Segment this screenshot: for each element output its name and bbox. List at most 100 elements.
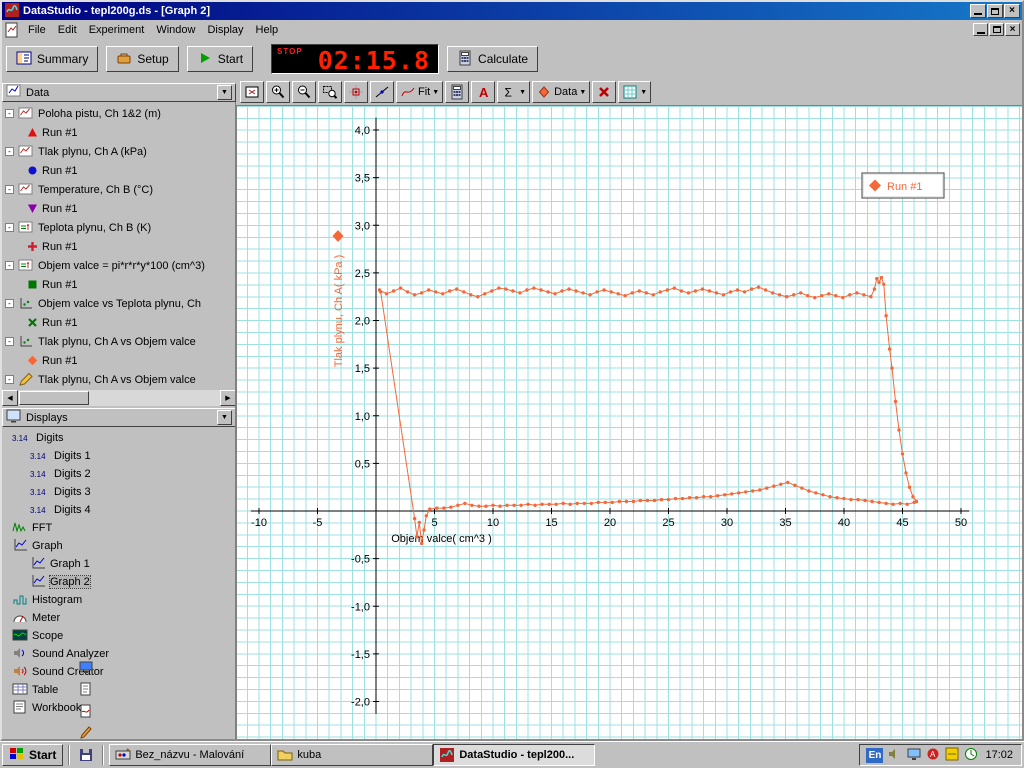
display-item[interactable]: 3.14 Digits [2,429,235,447]
data-source-item[interactable]: - Objem valce vs Teplota plynu, Ch [2,294,235,313]
mdi-minimize-button[interactable] [973,23,988,36]
quick-launch-5[interactable] [75,744,97,766]
graph-settings-menu-button[interactable]: ▼ [618,81,652,103]
expand-toggle[interactable]: - [5,109,14,118]
delete-tool-button[interactable] [592,81,617,103]
menu-file[interactable]: File [22,22,52,38]
scroll-left-button[interactable]: ◀ [2,390,18,406]
data-source-item[interactable]: - Teplota plynu, Ch B (K) [2,218,235,237]
calculate-button[interactable]: Calculate [447,46,539,72]
mdi-restore-button[interactable] [989,23,1004,36]
data-source-item[interactable]: - Temperature, Ch B (°C) [2,180,235,199]
run-item[interactable]: Run #1 [2,161,235,180]
run-item[interactable]: Run #1 [2,199,235,218]
scrollbar-thumb[interactable] [19,391,89,405]
start-menu-button[interactable]: Start [2,744,64,766]
run-item[interactable]: Run #1 [2,275,235,294]
quick-launch-3[interactable] [75,700,97,722]
display-item[interactable]: Histogram [2,591,235,609]
zoom-select-button[interactable] [318,81,342,103]
y-axis-label[interactable]: Tlak plynu, Ch A( kPa ) [333,255,345,368]
setup-button[interactable]: Setup [106,46,179,72]
setup-icon [117,53,131,63]
run-item[interactable]: Run #1 [2,237,235,256]
menu-window[interactable]: Window [150,22,201,38]
quick-launch-4[interactable] [75,722,97,744]
y-tick-label: -1,0 [351,601,370,613]
tray1-icon[interactable] [887,746,903,765]
svg-text:Σ: Σ [505,86,512,100]
task-button-1[interactable]: Bez_názvu - Malování [109,744,272,766]
start-button[interactable]: Start [186,46,254,72]
expand-toggle[interactable]: - [5,147,14,156]
expand-toggle[interactable]: - [5,337,14,346]
display-item[interactable]: Sound Creator [2,663,235,681]
tray4-icon[interactable] [944,746,960,765]
close-button[interactable]: × [1004,4,1020,18]
calculator-tool-button[interactable] [445,81,470,103]
text-tool-button[interactable]: A [471,81,496,103]
expand-toggle[interactable]: - [5,185,14,194]
x-axis-label[interactable]: Objem valce( cm^3 ) [391,533,492,545]
title-bar[interactable]: DataStudio - tepl200g.ds - [Graph 2] × [2,2,1022,20]
run-item[interactable]: Run #1 [2,123,235,142]
data-source-item[interactable]: - Tlak plynu, Ch A vs Objem valce [2,370,235,389]
summary-button[interactable]: Summary [6,46,99,72]
display-item[interactable]: Workbook [2,699,235,717]
display-item[interactable]: FFT [2,519,235,537]
task-button-2[interactable]: kuba [271,744,434,766]
tray5-icon[interactable] [963,746,979,765]
task-button-3[interactable]: DataStudio - tepl200... [433,744,596,766]
quick-launch-1[interactable] [75,656,97,678]
data-source-item[interactable]: - Tlak plynu, Ch A vs Objem valce [2,332,235,351]
display-item[interactable]: Graph [2,537,235,555]
fit-menu-button[interactable]: Fit ▼ [396,81,444,103]
series-run1[interactable] [377,275,919,546]
zoom-out-button[interactable] [292,81,316,103]
run-item[interactable]: Run #1 [2,313,235,332]
display-subitem[interactable]: 3.14 Digits 4 [2,501,235,519]
menu-help[interactable]: Help [250,22,285,38]
restore-button[interactable] [987,4,1003,18]
display-subitem[interactable]: 3.14 Digits 3 [2,483,235,501]
data-source-item[interactable]: - Tlak plynu, Ch A (kPa) [2,142,235,161]
smart-tool-button[interactable] [344,81,368,103]
data-tree-hscrollbar[interactable]: ◀ ▶ [2,390,235,406]
zoom-in-button[interactable] [266,81,290,103]
mdi-close-button[interactable]: × [1005,23,1020,36]
menu-display[interactable]: Display [201,22,249,38]
expand-toggle[interactable]: - [5,375,14,384]
expand-toggle[interactable]: - [5,299,14,308]
expand-toggle[interactable]: - [5,223,14,232]
expand-toggle[interactable]: - [5,261,14,270]
displays-panel-menu-button[interactable]: ▼ [217,410,232,425]
display-item[interactable]: Meter [2,609,235,627]
fft-icon [12,522,26,533]
data-source-item[interactable]: - Poloha pistu, Ch 1&2 (m) [2,104,235,123]
display-item[interactable]: Sound Analyzer [2,645,235,663]
language-indicator[interactable]: En [866,747,884,763]
slope-tool-button[interactable] [370,81,394,103]
display-subitem[interactable]: Graph 2 [2,573,235,591]
display-subitem[interactable]: 3.14 Digits 1 [2,447,235,465]
scale-to-fit-button[interactable] [240,81,264,103]
display-subitem[interactable]: Graph 1 [2,555,235,573]
scroll-right-button[interactable]: ▶ [220,390,235,406]
run-item[interactable]: Run #1 [2,351,235,370]
tray2-icon[interactable] [906,746,922,765]
data-menu-button[interactable]: Data ▼ [532,81,591,103]
display-subitem[interactable]: 3.14 Digits 2 [2,465,235,483]
graph-display-area[interactable]: -10 -5 5 10 15 20 25 30 35 40 45 50 4,0 3,5 3,0 2,5 2,0 1… [236,105,1022,739]
legend[interactable]: Run #1 [861,172,945,199]
menu-experiment[interactable]: Experiment [83,22,151,38]
tray3-icon[interactable]: A [925,746,941,765]
chart-plot[interactable]: -10 -5 5 10 15 20 25 30 35 40 45 50 4,0 3,5 3,0 2,5 2,0 1… [237,106,1022,739]
menu-edit[interactable]: Edit [52,22,83,38]
data-source-item[interactable]: - Objem valce = pi*r*r*y*100 (cm^3) [2,256,235,275]
statistics-menu-button[interactable]: Σ ▼ [497,81,531,103]
display-item[interactable]: Scope [2,627,235,645]
minimize-button[interactable] [970,4,986,18]
display-item[interactable]: Table [2,681,235,699]
quick-launch-2[interactable] [75,678,97,700]
data-panel-menu-button[interactable]: ▼ [217,85,232,100]
